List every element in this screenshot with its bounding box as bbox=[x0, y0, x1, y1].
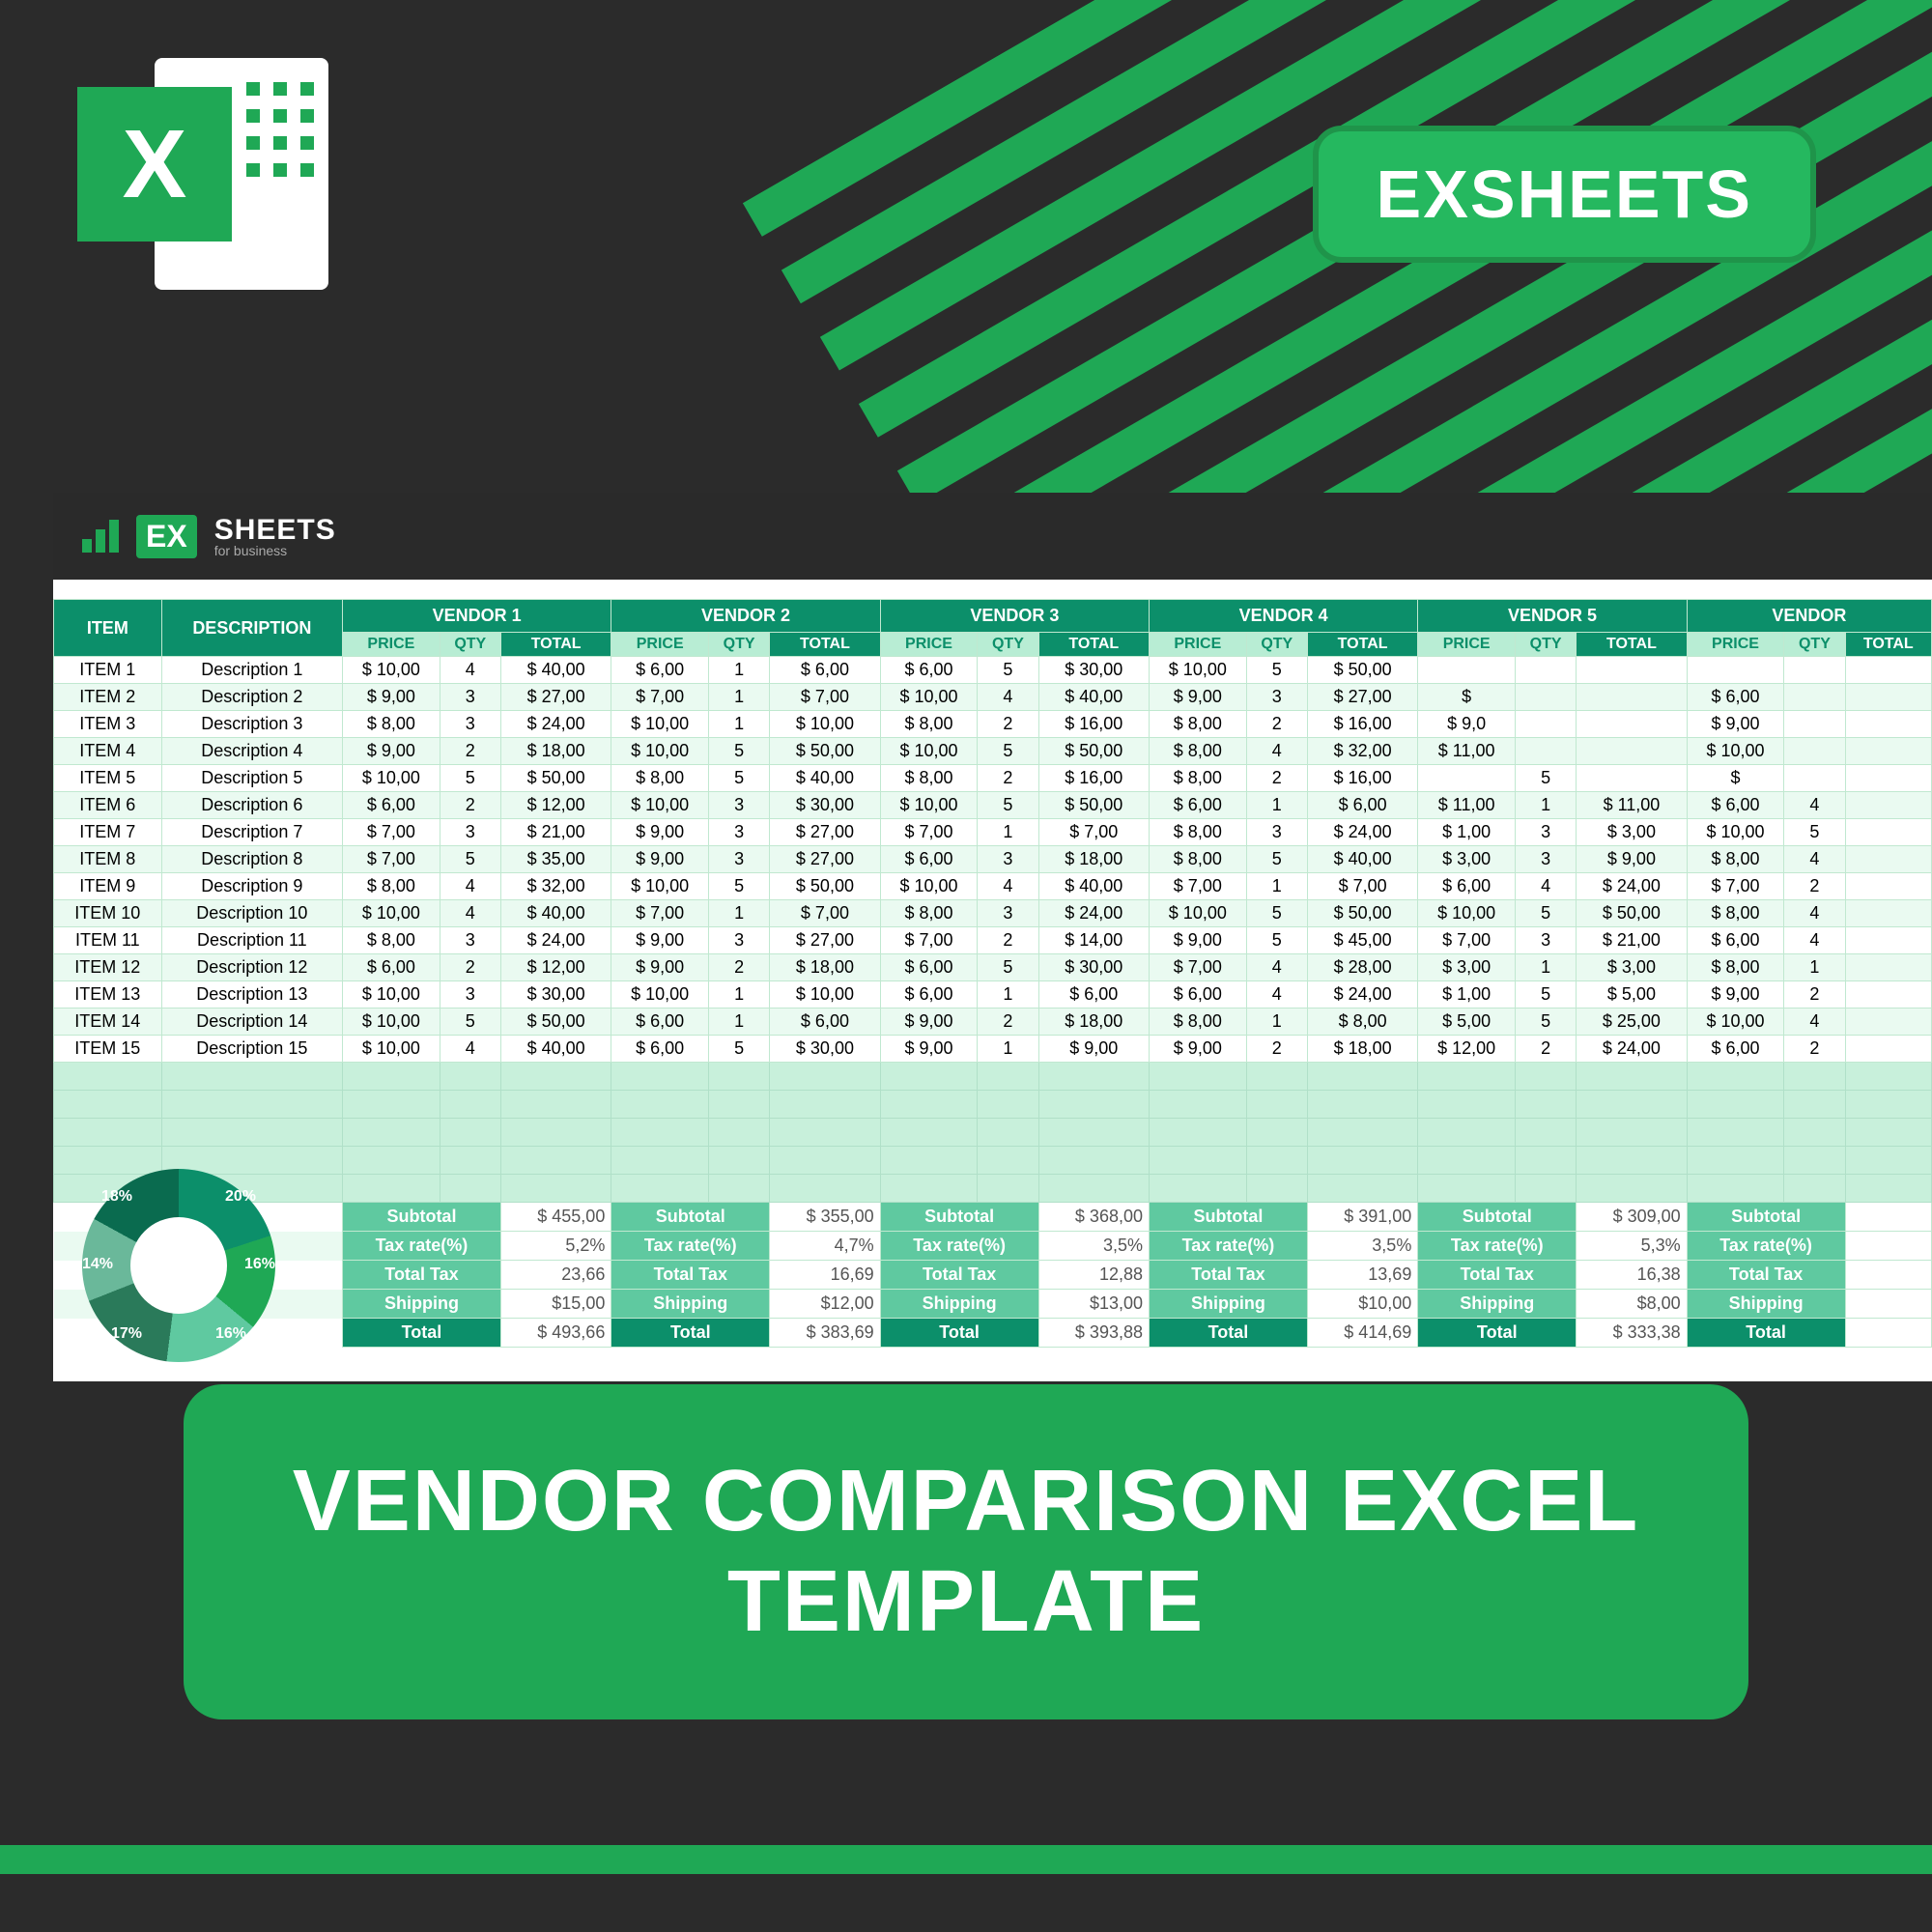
table-row: ITEM 9Description 9$ 8,004$ 32,00$ 10,00… bbox=[54, 873, 1932, 900]
spreadsheet-preview: EX SHEETS for business ITEMDESCRIPTIONVE… bbox=[53, 493, 1932, 1381]
table-row: ITEM 15Description 15$ 10,004$ 40,00$ 6,… bbox=[54, 1036, 1932, 1063]
pie-chart: 18% 20% 16% 16% 17% 14% bbox=[82, 1169, 275, 1362]
table-row: ITEM 8Description 8$ 7,005$ 35,00$ 9,003… bbox=[54, 846, 1932, 873]
table-row: ITEM 4Description 4$ 9,002$ 18,00$ 10,00… bbox=[54, 738, 1932, 765]
table-row: ITEM 1Description 1$ 10,004$ 40,00$ 6,00… bbox=[54, 657, 1932, 684]
vendor-table: ITEMDESCRIPTIONVENDOR 1VENDOR 2VENDOR 3V… bbox=[53, 599, 1932, 1348]
table-row: ITEM 2Description 2$ 9,003$ 27,00$ 7,001… bbox=[54, 684, 1932, 711]
bottom-accent-bar bbox=[0, 1845, 1932, 1874]
excel-logo-icon: X bbox=[77, 39, 348, 309]
table-row: ITEM 7Description 7$ 7,003$ 21,00$ 9,003… bbox=[54, 819, 1932, 846]
table-row: ITEM 11Description 11$ 8,003$ 24,00$ 9,0… bbox=[54, 927, 1932, 954]
brand-badge: EXSHEETS bbox=[1313, 126, 1816, 263]
title-banner: VENDOR COMPARISON EXCEL TEMPLATE bbox=[184, 1384, 1748, 1719]
table-row: ITEM 13Description 13$ 10,003$ 30,00$ 10… bbox=[54, 981, 1932, 1009]
table-row: ITEM 3Description 3$ 8,003$ 24,00$ 10,00… bbox=[54, 711, 1932, 738]
table-row: ITEM 6Description 6$ 6,002$ 12,00$ 10,00… bbox=[54, 792, 1932, 819]
table-row: ITEM 10Description 10$ 10,004$ 40,00$ 7,… bbox=[54, 900, 1932, 927]
table-row: ITEM 14Description 14$ 10,005$ 50,00$ 6,… bbox=[54, 1009, 1932, 1036]
table-row: ITEM 12Description 12$ 6,002$ 12,00$ 9,0… bbox=[54, 954, 1932, 981]
table-row: ITEM 5Description 5$ 10,005$ 50,00$ 8,00… bbox=[54, 765, 1932, 792]
title-text: VENDOR COMPARISON EXCEL TEMPLATE bbox=[293, 1453, 1639, 1650]
sheet-brand-header: EX SHEETS for business bbox=[53, 493, 1932, 580]
